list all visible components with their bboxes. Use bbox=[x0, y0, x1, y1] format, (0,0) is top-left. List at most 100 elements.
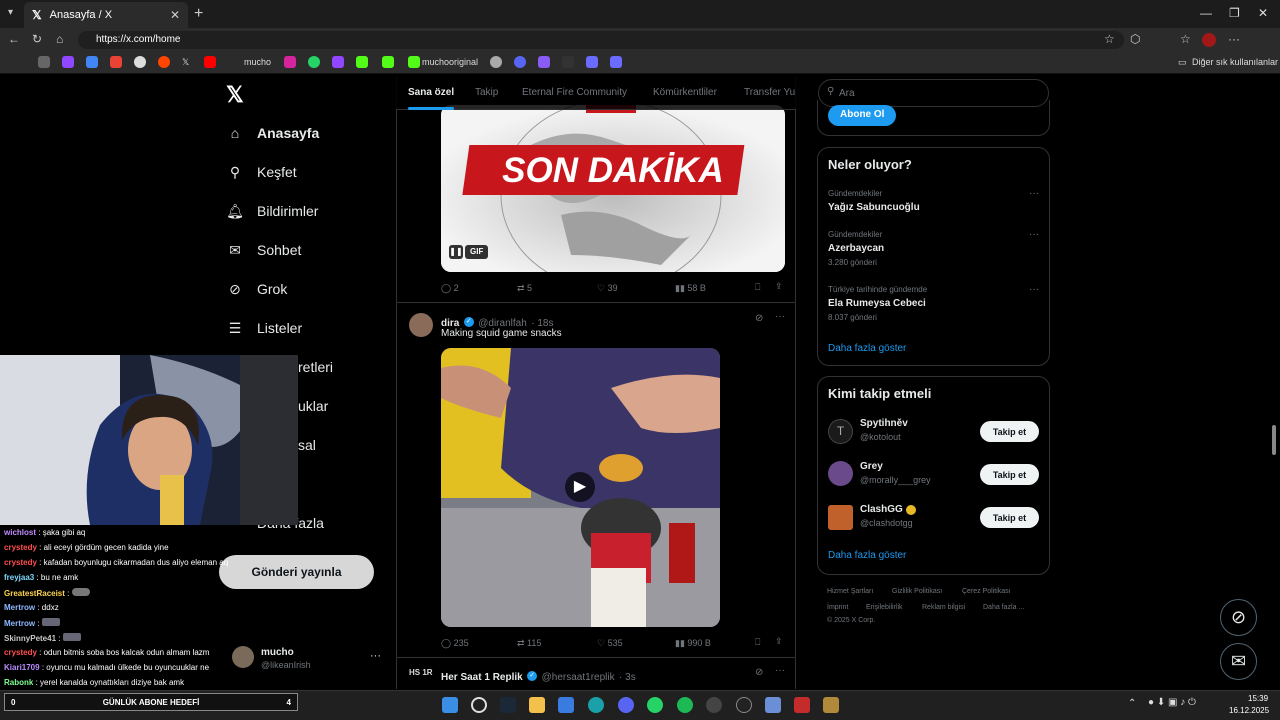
footer-link[interactable]: Daha fazla ... bbox=[983, 604, 1024, 611]
trend-more-icon[interactable]: ··· bbox=[1029, 188, 1039, 199]
bookmark-icon[interactable] bbox=[86, 56, 98, 68]
app-icon[interactable] bbox=[765, 697, 781, 713]
tweet-author[interactable]: Her Saat 1 Replik bbox=[441, 672, 523, 683]
tweet-more-icon[interactable]: ··· bbox=[775, 665, 785, 676]
follow-name[interactable]: Spytihněv bbox=[860, 418, 908, 429]
tab-following[interactable]: Takip bbox=[475, 87, 498, 98]
collections-icon[interactable]: ☆ bbox=[1180, 32, 1191, 46]
tray-chevron-icon[interactable]: ⌃ bbox=[1128, 698, 1136, 709]
account-menu-icon[interactable]: ··· bbox=[370, 650, 381, 662]
tweet-handle[interactable]: @hersaat1replik bbox=[542, 672, 615, 683]
bookmark-icon[interactable] bbox=[356, 56, 368, 68]
footer-link[interactable]: Çerez Politikası bbox=[962, 588, 1011, 595]
app-icon[interactable] bbox=[823, 697, 839, 713]
folder-icon[interactable] bbox=[529, 697, 545, 713]
bookmark-icon[interactable] bbox=[562, 56, 574, 68]
footer-link[interactable]: Gizlilik Politikası bbox=[892, 588, 942, 595]
other-bookmarks[interactable]: Diğer sık kullanılanlar bbox=[1192, 57, 1278, 67]
new-tab-icon[interactable]: + bbox=[194, 5, 203, 23]
views-icon[interactable]: ▮▮ 990 B bbox=[675, 638, 711, 649]
favorites-icon[interactable]: ☆ bbox=[1104, 32, 1115, 46]
tab-menu-icon[interactable]: ▾ bbox=[8, 7, 13, 18]
extensions-icon[interactable]: ⬡ bbox=[1130, 32, 1140, 46]
subscribe-button[interactable]: Abone Ol bbox=[828, 105, 897, 126]
tweet-time[interactable]: · 3s bbox=[619, 672, 636, 683]
bookmark-icon[interactable]: ⎕ bbox=[755, 282, 760, 293]
app-icon[interactable] bbox=[706, 697, 722, 713]
profile-avatar[interactable] bbox=[1202, 33, 1216, 47]
spotify-icon[interactable] bbox=[677, 697, 693, 713]
close-tab-icon[interactable]: ✕ bbox=[170, 8, 180, 22]
tab-list[interactable]: Transfer Yu bbox=[744, 87, 795, 98]
nav-lists[interactable]: ☰ Listeler bbox=[226, 319, 302, 337]
reply-icon[interactable]: ◯ 235 bbox=[441, 638, 469, 649]
bookmark-icon[interactable] bbox=[38, 56, 50, 68]
nav-label-partial[interactable]: uklar bbox=[298, 398, 328, 414]
kick-icon[interactable] bbox=[408, 56, 420, 68]
refresh-icon[interactable]: ↻ bbox=[32, 32, 42, 46]
bookmark-icon[interactable] bbox=[134, 56, 146, 68]
grok-icon[interactable]: ⊘ bbox=[755, 313, 763, 324]
pause-icon[interactable]: ❚❚ bbox=[449, 245, 463, 259]
minimize-icon[interactable]: — bbox=[1200, 6, 1212, 20]
start-icon[interactable] bbox=[442, 697, 458, 713]
edge-icon[interactable] bbox=[588, 697, 604, 713]
search-icon[interactable] bbox=[471, 697, 487, 713]
tab-community[interactable]: Eternal Fire Community bbox=[522, 87, 627, 98]
bookmark-icon[interactable] bbox=[610, 56, 622, 68]
browser-tab[interactable]: 𝕏 Anasayfa / X ✕ bbox=[24, 2, 188, 28]
avatar[interactable] bbox=[409, 313, 433, 337]
tweet-media[interactable]: SON DAKİKA ❚❚ GIF bbox=[441, 105, 785, 272]
tab-for-you[interactable]: Sana özel bbox=[408, 87, 455, 110]
nav-home[interactable]: ⌂ Anasayfa bbox=[226, 124, 320, 142]
follow-name[interactable]: Grey bbox=[860, 461, 883, 472]
footer-link[interactable]: Hizmet Şartları bbox=[827, 588, 873, 595]
back-icon[interactable]: ← bbox=[8, 32, 20, 46]
share-icon[interactable]: ⇪ bbox=[775, 636, 783, 647]
nav-label-partial[interactable]: retleri bbox=[298, 359, 333, 375]
account-name[interactable]: mucho bbox=[261, 647, 294, 658]
app-icon[interactable] bbox=[736, 697, 752, 713]
nav-notifications[interactable]: 🔔︎ Bildirimler bbox=[226, 202, 318, 220]
bookmark-muchooriginal[interactable]: muchooriginal bbox=[422, 57, 478, 67]
tab-list[interactable]: Kömürkentliler bbox=[653, 87, 717, 98]
bookmark-icon[interactable] bbox=[514, 56, 526, 68]
clock-time[interactable]: 15:39 bbox=[1248, 694, 1268, 703]
nav-messages[interactable]: ✉ Sohbet bbox=[226, 241, 301, 259]
grok-icon[interactable]: ⊘ bbox=[755, 667, 763, 678]
home-icon[interactable]: ⌂ bbox=[56, 32, 63, 46]
nav-label-partial[interactable]: sal bbox=[298, 437, 316, 453]
trends-show-more[interactable]: Daha fazla göster bbox=[828, 343, 906, 354]
views-icon[interactable]: ▮▮ 58 B bbox=[675, 283, 706, 294]
avatar[interactable]: HS 1R bbox=[409, 668, 433, 677]
follow-button[interactable]: Takip et bbox=[980, 464, 1039, 485]
trend-title[interactable]: Ela Rumeysa Cebeci bbox=[828, 298, 926, 309]
follow-name[interactable]: ClashGG bbox=[860, 504, 903, 515]
bookmark-icon[interactable] bbox=[538, 56, 550, 68]
app-icon[interactable] bbox=[794, 697, 810, 713]
follow-button[interactable]: Takip et bbox=[980, 421, 1039, 442]
play-icon[interactable]: ▶ bbox=[565, 472, 595, 502]
youtube-icon[interactable] bbox=[204, 56, 216, 68]
clock-date[interactable]: 16.12.2025 bbox=[1229, 706, 1269, 715]
follow-show-more[interactable]: Daha fazla göster bbox=[828, 550, 906, 561]
bookmark-icon[interactable] bbox=[158, 56, 170, 68]
tray-icons[interactable]: ● ⬇ ▣ ♪ ⏻ bbox=[1148, 697, 1196, 708]
like-icon[interactable]: ♡ 535 bbox=[597, 638, 623, 649]
account-avatar[interactable] bbox=[232, 646, 254, 668]
grok-fab[interactable]: ⊘ bbox=[1220, 599, 1257, 636]
bookmark-mucho[interactable]: mucho bbox=[244, 57, 271, 67]
retweet-icon[interactable]: ⇄ 115 bbox=[517, 638, 541, 649]
more-menu-icon[interactable]: ··· bbox=[1228, 32, 1240, 46]
folder-icon[interactable]: ▭ bbox=[1178, 57, 1187, 68]
follow-button[interactable]: Takip et bbox=[980, 507, 1039, 528]
store-icon[interactable] bbox=[558, 697, 574, 713]
trend-more-icon[interactable]: ··· bbox=[1029, 284, 1039, 295]
bookmark-icon[interactable] bbox=[490, 56, 502, 68]
whatsapp-icon[interactable] bbox=[647, 697, 663, 713]
url-field[interactable]: https://x.com/home bbox=[78, 31, 1124, 49]
bookmark-icon[interactable]: ⎕ bbox=[755, 637, 760, 648]
close-window-icon[interactable]: ✕ bbox=[1258, 6, 1268, 20]
x-bookmark-icon[interactable]: 𝕏 bbox=[182, 57, 189, 68]
instagram-icon[interactable] bbox=[284, 56, 296, 68]
